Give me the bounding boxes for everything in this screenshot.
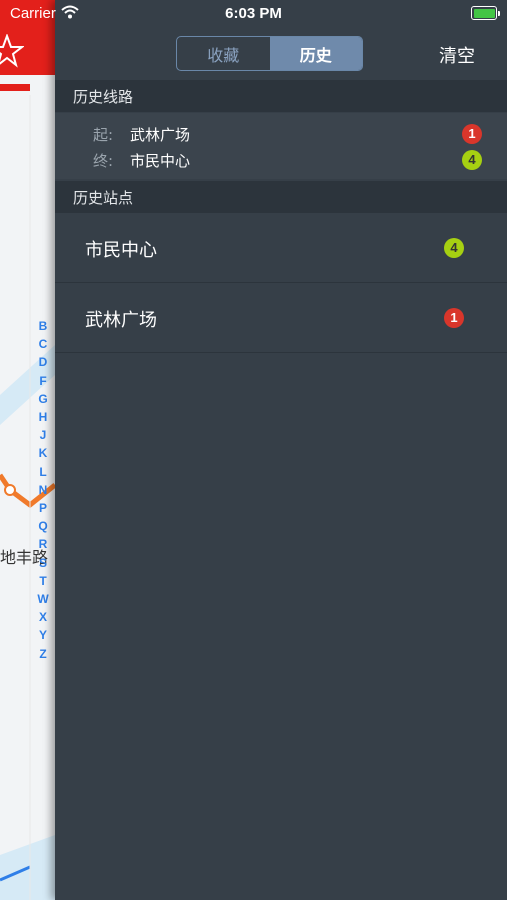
section-header-stations: 历史站点 xyxy=(55,181,507,213)
clear-button[interactable]: 清空 xyxy=(439,42,475,68)
start-label: 起: xyxy=(93,126,114,144)
index-letter[interactable]: X xyxy=(36,608,50,626)
end-station: 市民中心 xyxy=(130,152,191,170)
segmented-control: 收藏 历史 xyxy=(176,36,363,71)
history-route-item[interactable]: 起: 武林广场 1 终: 市民中心 4 xyxy=(55,113,507,179)
index-letter[interactable]: S xyxy=(36,554,50,572)
section-title: 历史站点 xyxy=(73,189,134,207)
status-bar: Carrier 6:03 PM xyxy=(0,0,507,28)
index-letter[interactable]: D xyxy=(36,353,50,371)
line-strip xyxy=(0,84,30,91)
alphabet-index[interactable]: BCDFGHJKLNPQRSTWXYZ xyxy=(36,317,50,663)
tab-favorites[interactable]: 收藏 xyxy=(177,37,270,70)
route-start-row: 起: 武林广场 1 xyxy=(55,122,507,146)
index-letter[interactable]: L xyxy=(36,463,50,481)
index-letter[interactable]: C xyxy=(36,335,50,353)
battery-icon xyxy=(471,6,500,20)
line-badge-1: 1 xyxy=(462,124,482,144)
section-header-routes: 历史线路 xyxy=(55,80,507,112)
index-letter[interactable]: R xyxy=(36,535,50,553)
history-panel: 收藏 历史 清空 历史线路 起: 武林广场 1 终: 市民中心 4 历史站点 市… xyxy=(55,0,507,900)
start-station: 武林广场 xyxy=(130,126,191,144)
line-badge-4: 4 xyxy=(444,238,464,258)
index-letter[interactable]: K xyxy=(36,444,50,462)
tab-history[interactable]: 历史 xyxy=(269,37,362,70)
index-letter[interactable]: W xyxy=(36,590,50,608)
section-title: 历史线路 xyxy=(73,88,134,106)
nav-bar: 收藏 历史 清空 xyxy=(55,28,507,80)
index-letter[interactable]: P xyxy=(36,499,50,517)
line-badge-4: 4 xyxy=(462,150,482,170)
index-letter[interactable]: H xyxy=(36,408,50,426)
line-badge-1: 1 xyxy=(444,308,464,328)
index-letter[interactable]: G xyxy=(36,390,50,408)
index-letter[interactable]: N xyxy=(36,481,50,499)
index-letter[interactable]: B xyxy=(36,317,50,335)
star-icon xyxy=(0,34,24,68)
station-list-item[interactable]: 武林广场 1 xyxy=(55,283,507,353)
clock: 6:03 PM xyxy=(225,5,282,22)
index-letter[interactable]: Q xyxy=(36,517,50,535)
index-letter[interactable]: Z xyxy=(36,645,50,663)
index-letter[interactable]: F xyxy=(36,372,50,390)
station-list-item[interactable]: 市民中心 4 xyxy=(55,213,507,283)
station-name: 市民中心 xyxy=(85,240,157,261)
background-map-pane: 地丰路 BCDFGHJKLNPQRSTWXYZ xyxy=(0,0,55,900)
index-letter[interactable]: J xyxy=(36,426,50,444)
end-label: 终: xyxy=(93,152,114,170)
index-letter[interactable]: T xyxy=(36,572,50,590)
index-letter[interactable]: Y xyxy=(36,626,50,644)
station-name: 武林广场 xyxy=(85,310,157,331)
route-end-row: 终: 市民中心 4 xyxy=(55,148,507,172)
